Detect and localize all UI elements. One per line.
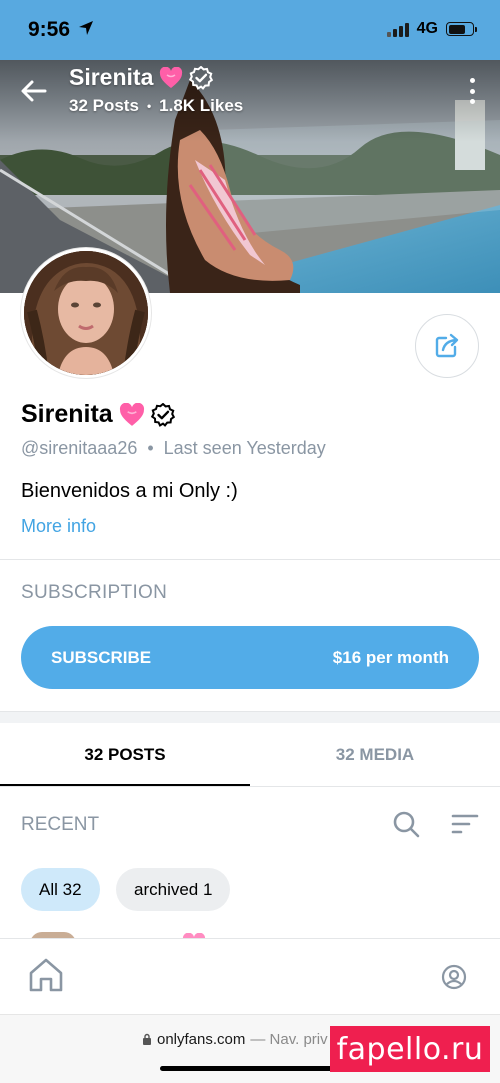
subscription-heading: SUBSCRIPTION (21, 582, 168, 603)
share-button[interactable] (415, 314, 479, 378)
verified-icon (150, 402, 175, 427)
signal-icon (386, 21, 409, 37)
watermark: fapello.ru (330, 1026, 490, 1072)
recent-label: RECENT (21, 814, 100, 835)
sort-icon[interactable] (451, 812, 479, 836)
separator-dot: • (146, 99, 152, 113)
filter-chip-archived[interactable]: archived 1 (116, 868, 231, 911)
heart-icon (160, 66, 183, 88)
verified-icon (189, 65, 214, 90)
section-gap (0, 711, 500, 723)
divider (0, 786, 500, 787)
profile-name: Sirenita (21, 400, 175, 429)
divider (0, 559, 500, 560)
avatar[interactable] (21, 248, 151, 378)
back-arrow-icon[interactable] (18, 75, 50, 107)
subscribe-label: SUBSCRIBE (51, 647, 152, 667)
tab-posts[interactable]: 32 POSTS (0, 723, 250, 787)
more-info-link[interactable]: More info (21, 516, 96, 537)
likes-count: 1.8K Likes (159, 96, 244, 115)
battery-icon (446, 22, 477, 36)
profile-name-text: Sirenita (21, 400, 113, 428)
more-vertical-icon[interactable] (470, 78, 478, 104)
account-icon[interactable] (441, 964, 467, 990)
status-right: 4G (386, 20, 477, 38)
home-indicator (160, 1066, 340, 1071)
cover-title: Sirenita (69, 64, 214, 91)
status-bar: 9:56 4G (0, 0, 500, 60)
url-text[interactable]: onlyfans.com — Nav. priv (142, 1031, 328, 1048)
home-icon[interactable] (27, 957, 65, 993)
handle-line: @sirenitaaa26 • Last seen Yesterday (21, 438, 326, 459)
tab-media[interactable]: 32 MEDIA (250, 723, 500, 787)
subscribe-price: $16 per month (332, 647, 449, 667)
posts-count: 32 Posts (69, 96, 139, 115)
subscribe-button[interactable]: SUBSCRIBE $16 per month (21, 626, 479, 689)
lock-icon (143, 1033, 151, 1045)
heart-icon (119, 402, 144, 426)
separator-dot: • (147, 438, 154, 458)
cover-title-text: Sirenita (69, 64, 154, 90)
bottom-nav (0, 938, 500, 1014)
bio: Bienvenidos a mi Only :) (21, 480, 238, 502)
search-icon[interactable] (392, 810, 420, 838)
location-arrow-icon (79, 21, 93, 35)
cover-stats: 32 Posts • 1.8K Likes (69, 96, 243, 116)
content-tabs: 32 POSTS 32 MEDIA (0, 723, 500, 787)
user-handle: @sirenitaaa26 (21, 438, 138, 458)
filter-chip-all[interactable]: All 32 (21, 868, 100, 911)
network-type: 4G (416, 20, 438, 37)
url-suffix: — Nav. priv (250, 1031, 328, 1048)
share-icon (435, 333, 459, 358)
url-domain: onlyfans.com (157, 1031, 246, 1048)
status-time: 9:56 (28, 18, 71, 41)
last-seen: Last seen Yesterday (163, 438, 326, 458)
